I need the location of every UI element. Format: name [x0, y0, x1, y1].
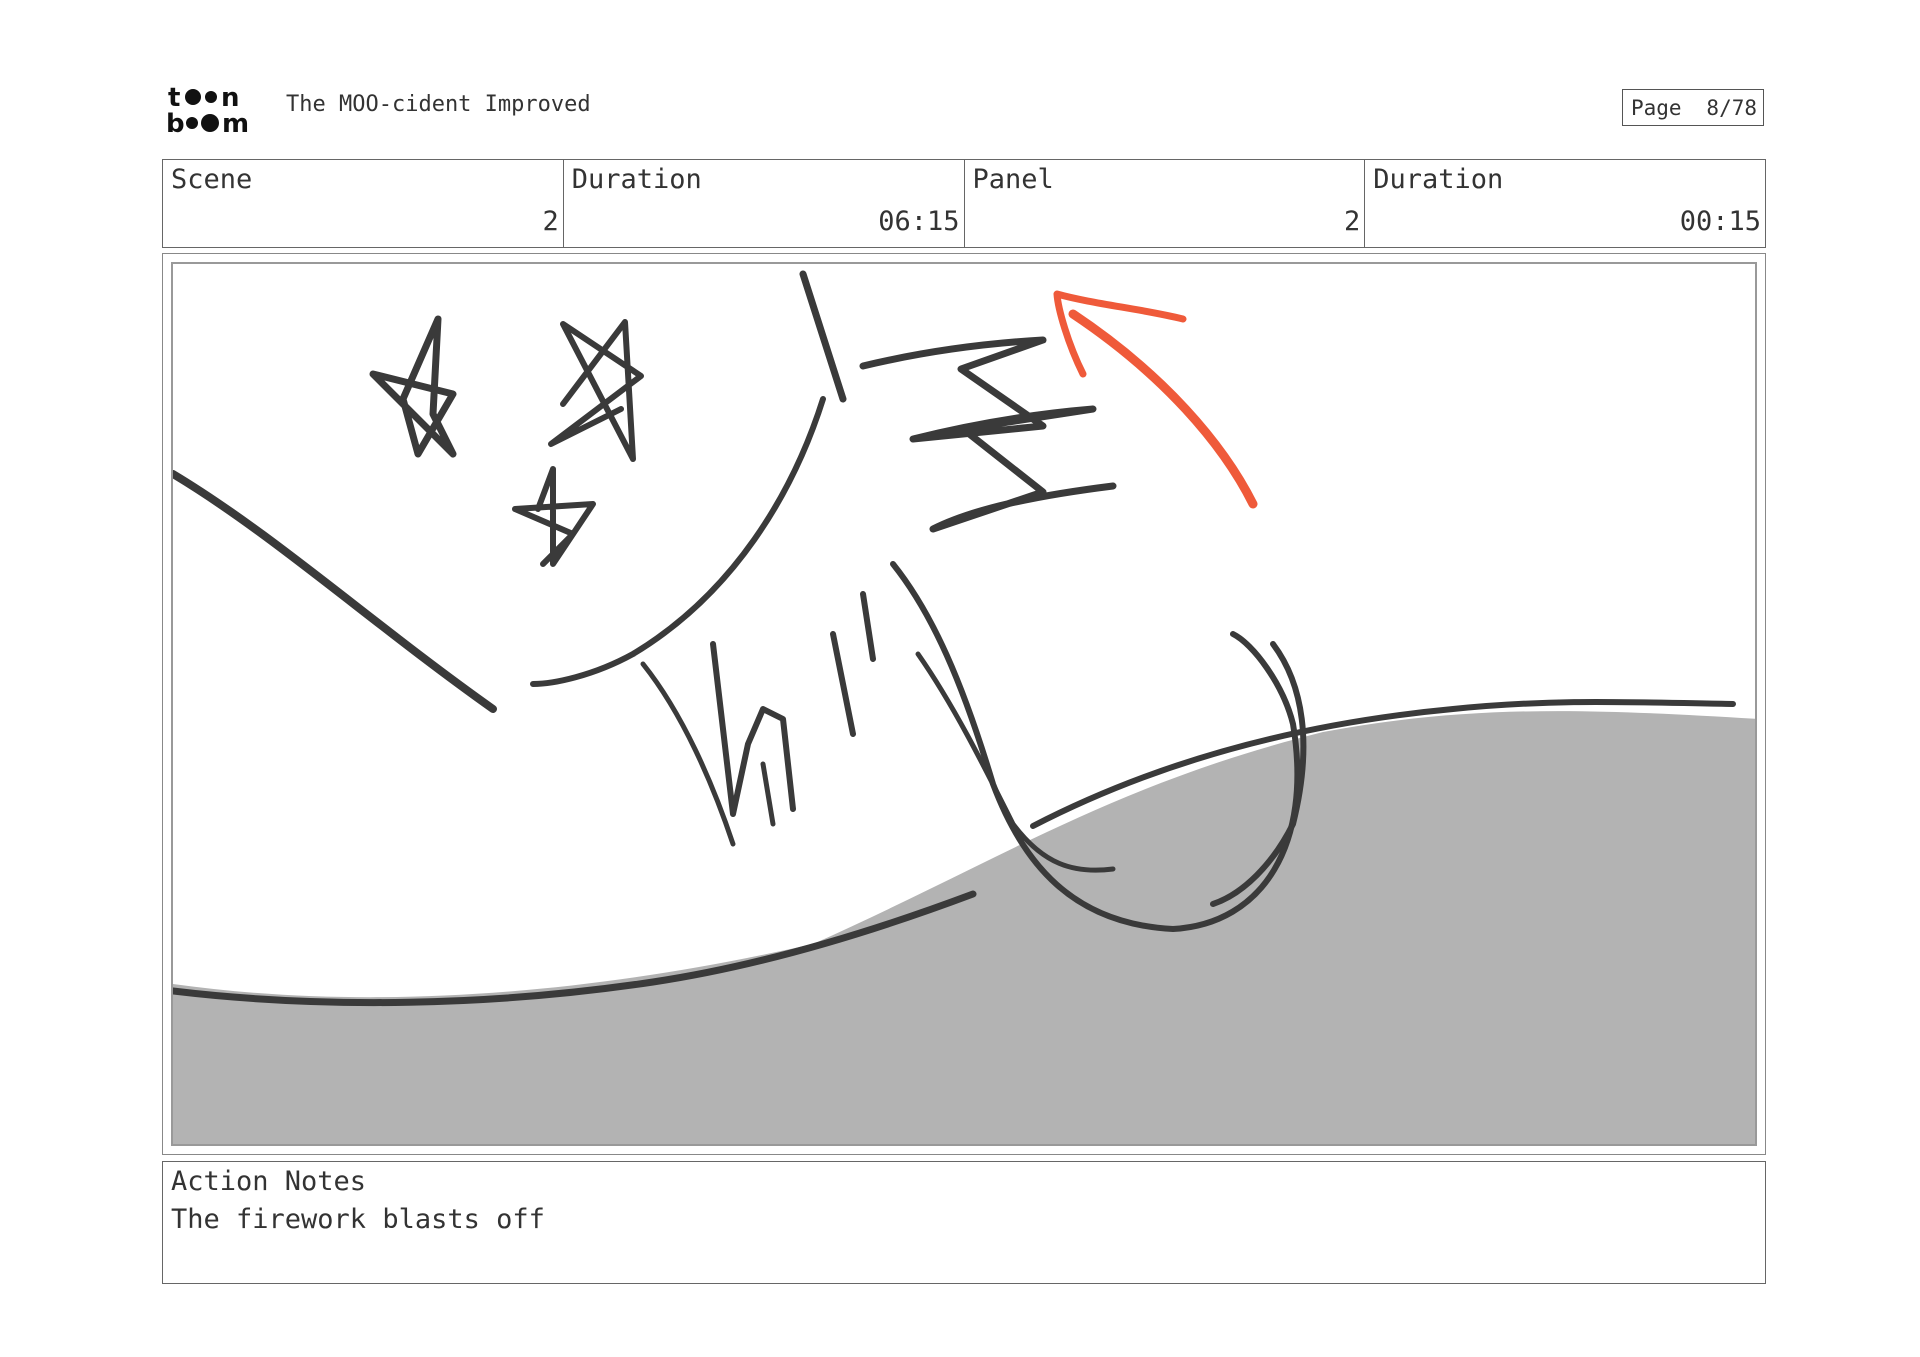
star-3 [512, 466, 596, 567]
motion-arrowhead [1053, 290, 1187, 378]
blast-lines-bottom [710, 591, 876, 817]
scene-duration-label: Duration [571, 164, 702, 195]
panel-duration-cell: Duration 00:15 [1365, 160, 1765, 247]
panel-sketch [173, 270, 1755, 1144]
toon-boom-logo: t n b m [166, 83, 249, 136]
star-1 [369, 315, 457, 458]
scene-value: 2 [542, 206, 559, 237]
panel-label: Panel [972, 164, 1054, 195]
scene-duration-value: 06:15 [878, 206, 960, 237]
svg-text:b: b [166, 109, 185, 136]
action-notes: Action Notes The firework blasts off [162, 1161, 1766, 1284]
panel-value: 2 [1343, 206, 1361, 237]
scene-duration-cell: Duration 06:15 [564, 160, 965, 247]
action-notes-text: The firework blasts off [171, 1204, 545, 1235]
storyboard-panel [162, 253, 1766, 1155]
page-indicator: Page 8/78 [1622, 89, 1764, 126]
ground-fill [173, 711, 1755, 1144]
blast-lines-2 [640, 661, 776, 847]
scene-cell: Scene 2 [163, 160, 564, 247]
body-curve [173, 470, 497, 713]
page-label: Page [1631, 95, 1682, 120]
scene-info-row: Scene 2 Duration 06:15 Panel 2 Duration … [162, 159, 1766, 248]
star-2 [548, 319, 644, 462]
head-line [799, 270, 847, 403]
panel-duration-value: 00:15 [1679, 206, 1761, 237]
svg-text:m: m [222, 109, 249, 136]
panel-duration-label: Duration [1373, 164, 1504, 195]
panel-frame [171, 262, 1757, 1146]
blast-zigzag-1 [859, 336, 1117, 533]
action-notes-label: Action Notes [171, 1166, 367, 1197]
document-title: The MOO-cident Improved [286, 92, 591, 117]
panel-cell: Panel 2 [965, 160, 1366, 247]
head-outline [530, 396, 826, 687]
scene-label: Scene [171, 164, 253, 195]
motion-arrow [1068, 309, 1258, 509]
page-number: 8/78 [1706, 95, 1757, 120]
